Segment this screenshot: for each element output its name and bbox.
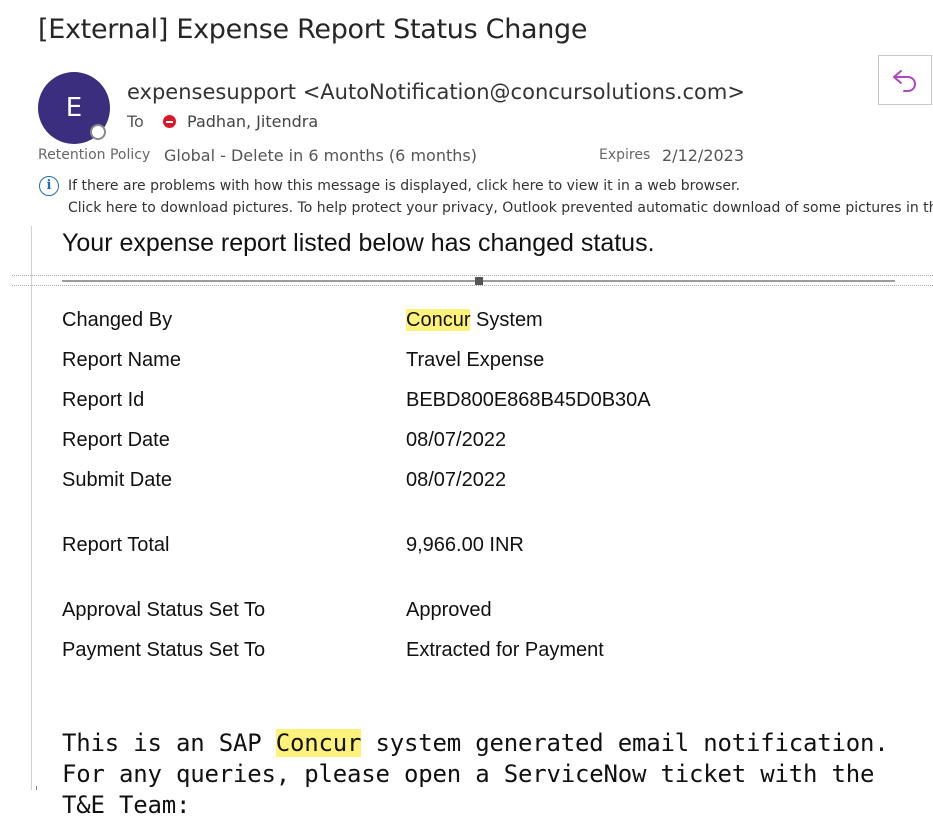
row-value-submit-date: 08/07/2022	[406, 469, 507, 491]
reply-button[interactable]	[878, 55, 932, 105]
divider-dotted-bottom	[12, 285, 933, 286]
frame-tick	[36, 786, 37, 790]
view-in-browser-notice[interactable]: If there are problems with how this mess…	[68, 178, 740, 194]
row-value-approval-status: Approved	[406, 599, 492, 621]
expires-value: 2/12/2023	[662, 146, 745, 165]
do-not-disturb-icon	[162, 115, 176, 128]
reply-arrow-icon	[893, 70, 916, 92]
row-label-submit-date: Submit Date	[62, 469, 173, 491]
email-subject: [External] Expense Report Status Change	[38, 14, 588, 45]
recipient-name[interactable]: Padhan, Jitendra	[187, 112, 318, 131]
retention-policy-value: Global - Delete in 6 months (6 months)	[164, 146, 477, 165]
expires-label: Expires	[599, 147, 651, 163]
row-value-payment-status: Extracted for Payment	[406, 639, 604, 661]
changed-by-rest: System	[470, 309, 543, 331]
row-value-changed-by: Concur System	[406, 309, 543, 332]
row-value-report-id: BEBD800E868B45D0B30A	[406, 389, 651, 411]
row-label-approval-status: Approval Status Set To	[62, 599, 266, 621]
divider-dotted-top	[12, 275, 933, 276]
row-label-changed-by: Changed By	[62, 309, 173, 331]
resize-handle[interactable]	[475, 277, 483, 285]
footer-notice: This is an SAP Concur system generated e…	[62, 728, 912, 821]
download-pictures-notice[interactable]: Click here to download pictures. To help…	[68, 200, 933, 216]
presence-offline-icon	[90, 124, 106, 140]
info-circle-icon: i	[39, 176, 59, 196]
to-label: To	[127, 112, 144, 131]
row-label-report-total: Report Total	[62, 534, 170, 556]
row-label-report-name: Report Name	[62, 349, 181, 371]
recipient-row: To Padhan, Jitendra	[127, 112, 318, 131]
row-value-report-date: 08/07/2022	[406, 429, 507, 451]
sender-address[interactable]: expensesupport <AutoNotification@concurs…	[127, 80, 745, 104]
row-value-report-name: Travel Expense	[406, 349, 545, 371]
row-label-report-date: Report Date	[62, 429, 170, 451]
footer-text-pre: This is an SAP	[62, 729, 276, 757]
highlight-concur-footer: Concur	[275, 729, 362, 757]
row-label-payment-status: Payment Status Set To	[62, 639, 266, 661]
row-label-report-id: Report Id	[62, 389, 145, 411]
retention-policy-label: Retention Policy	[38, 147, 151, 163]
row-value-report-total: 9,966.00 INR	[406, 534, 524, 556]
body-headline: Your expense report listed below has cha…	[62, 229, 655, 257]
highlight-concur: Concur	[406, 309, 471, 331]
